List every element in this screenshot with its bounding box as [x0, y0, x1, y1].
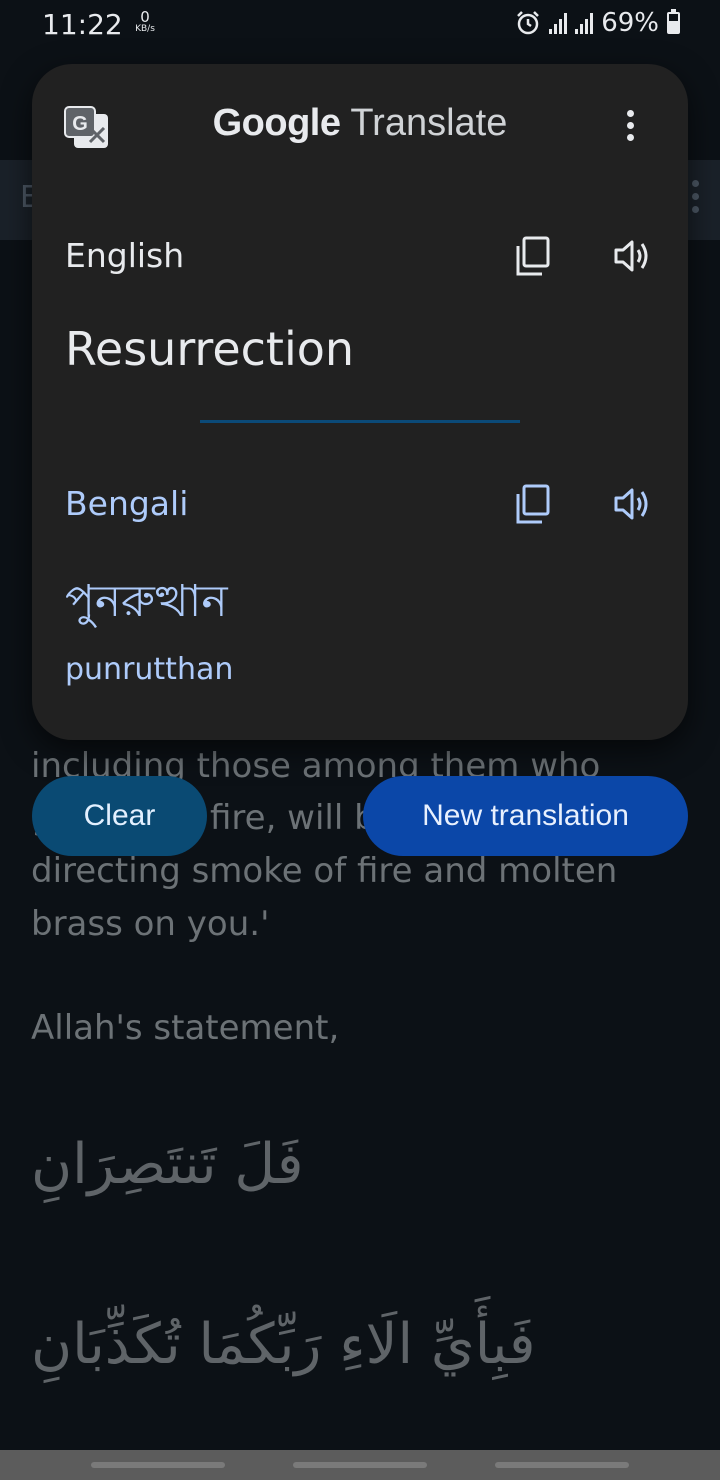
- translate-popup: G Google Translate English Resurrection …: [32, 64, 688, 740]
- clear-button[interactable]: Clear: [32, 776, 207, 856]
- background-arabic-verse: فَلَ تَنتَصِرَانِ: [31, 1132, 304, 1197]
- copy-icon[interactable]: [512, 234, 556, 278]
- source-text: Resurrection: [65, 322, 355, 376]
- background-arabic-verse: فَبِأَيِّ الَاءِ رَبِّكُمَا تُكَذِّبَانِ: [31, 1312, 536, 1377]
- brand-google: Google: [212, 102, 341, 144]
- copy-icon[interactable]: [512, 482, 556, 526]
- new-translation-button[interactable]: New translation: [363, 776, 688, 856]
- brand-translate: Translate: [350, 102, 508, 144]
- more-options-icon[interactable]: [624, 110, 636, 146]
- nav-recents-button[interactable]: [91, 1462, 225, 1468]
- speaker-icon[interactable]: [610, 234, 654, 278]
- network-speed-value: 0: [140, 8, 150, 26]
- status-bar: 11:22 0 KB/s 69%: [0, 0, 720, 52]
- status-time: 11:22: [42, 8, 123, 41]
- background-text-fragment: fire, will b: [210, 798, 376, 838]
- signal-icon: [575, 12, 594, 34]
- battery-icon: [667, 9, 680, 34]
- status-icons: 69%: [515, 8, 680, 38]
- nav-back-button[interactable]: [495, 1462, 629, 1468]
- target-language-label[interactable]: Bengali: [65, 484, 188, 523]
- signal-icon: [549, 12, 568, 34]
- network-speed-unit: KB/s: [135, 24, 155, 34]
- background-statement: Allah's statement,: [31, 1008, 340, 1048]
- alarm-icon: [517, 11, 540, 35]
- background-text-line: brass on you.': [31, 904, 270, 944]
- battery-percent: 69%: [601, 8, 659, 38]
- network-speed: 0 KB/s: [128, 10, 162, 34]
- navigation-bar: [0, 1450, 720, 1480]
- transliteration-text: punrutthan: [65, 652, 234, 687]
- app-brand: Google Translate: [32, 102, 688, 145]
- section-divider: [200, 420, 520, 423]
- translated-text: পুনরুত্থান: [65, 576, 228, 627]
- speaker-icon[interactable]: [610, 482, 654, 526]
- nav-home-button[interactable]: [293, 1462, 427, 1468]
- source-language-label[interactable]: English: [65, 236, 184, 275]
- background-menu-icon: [692, 180, 700, 219]
